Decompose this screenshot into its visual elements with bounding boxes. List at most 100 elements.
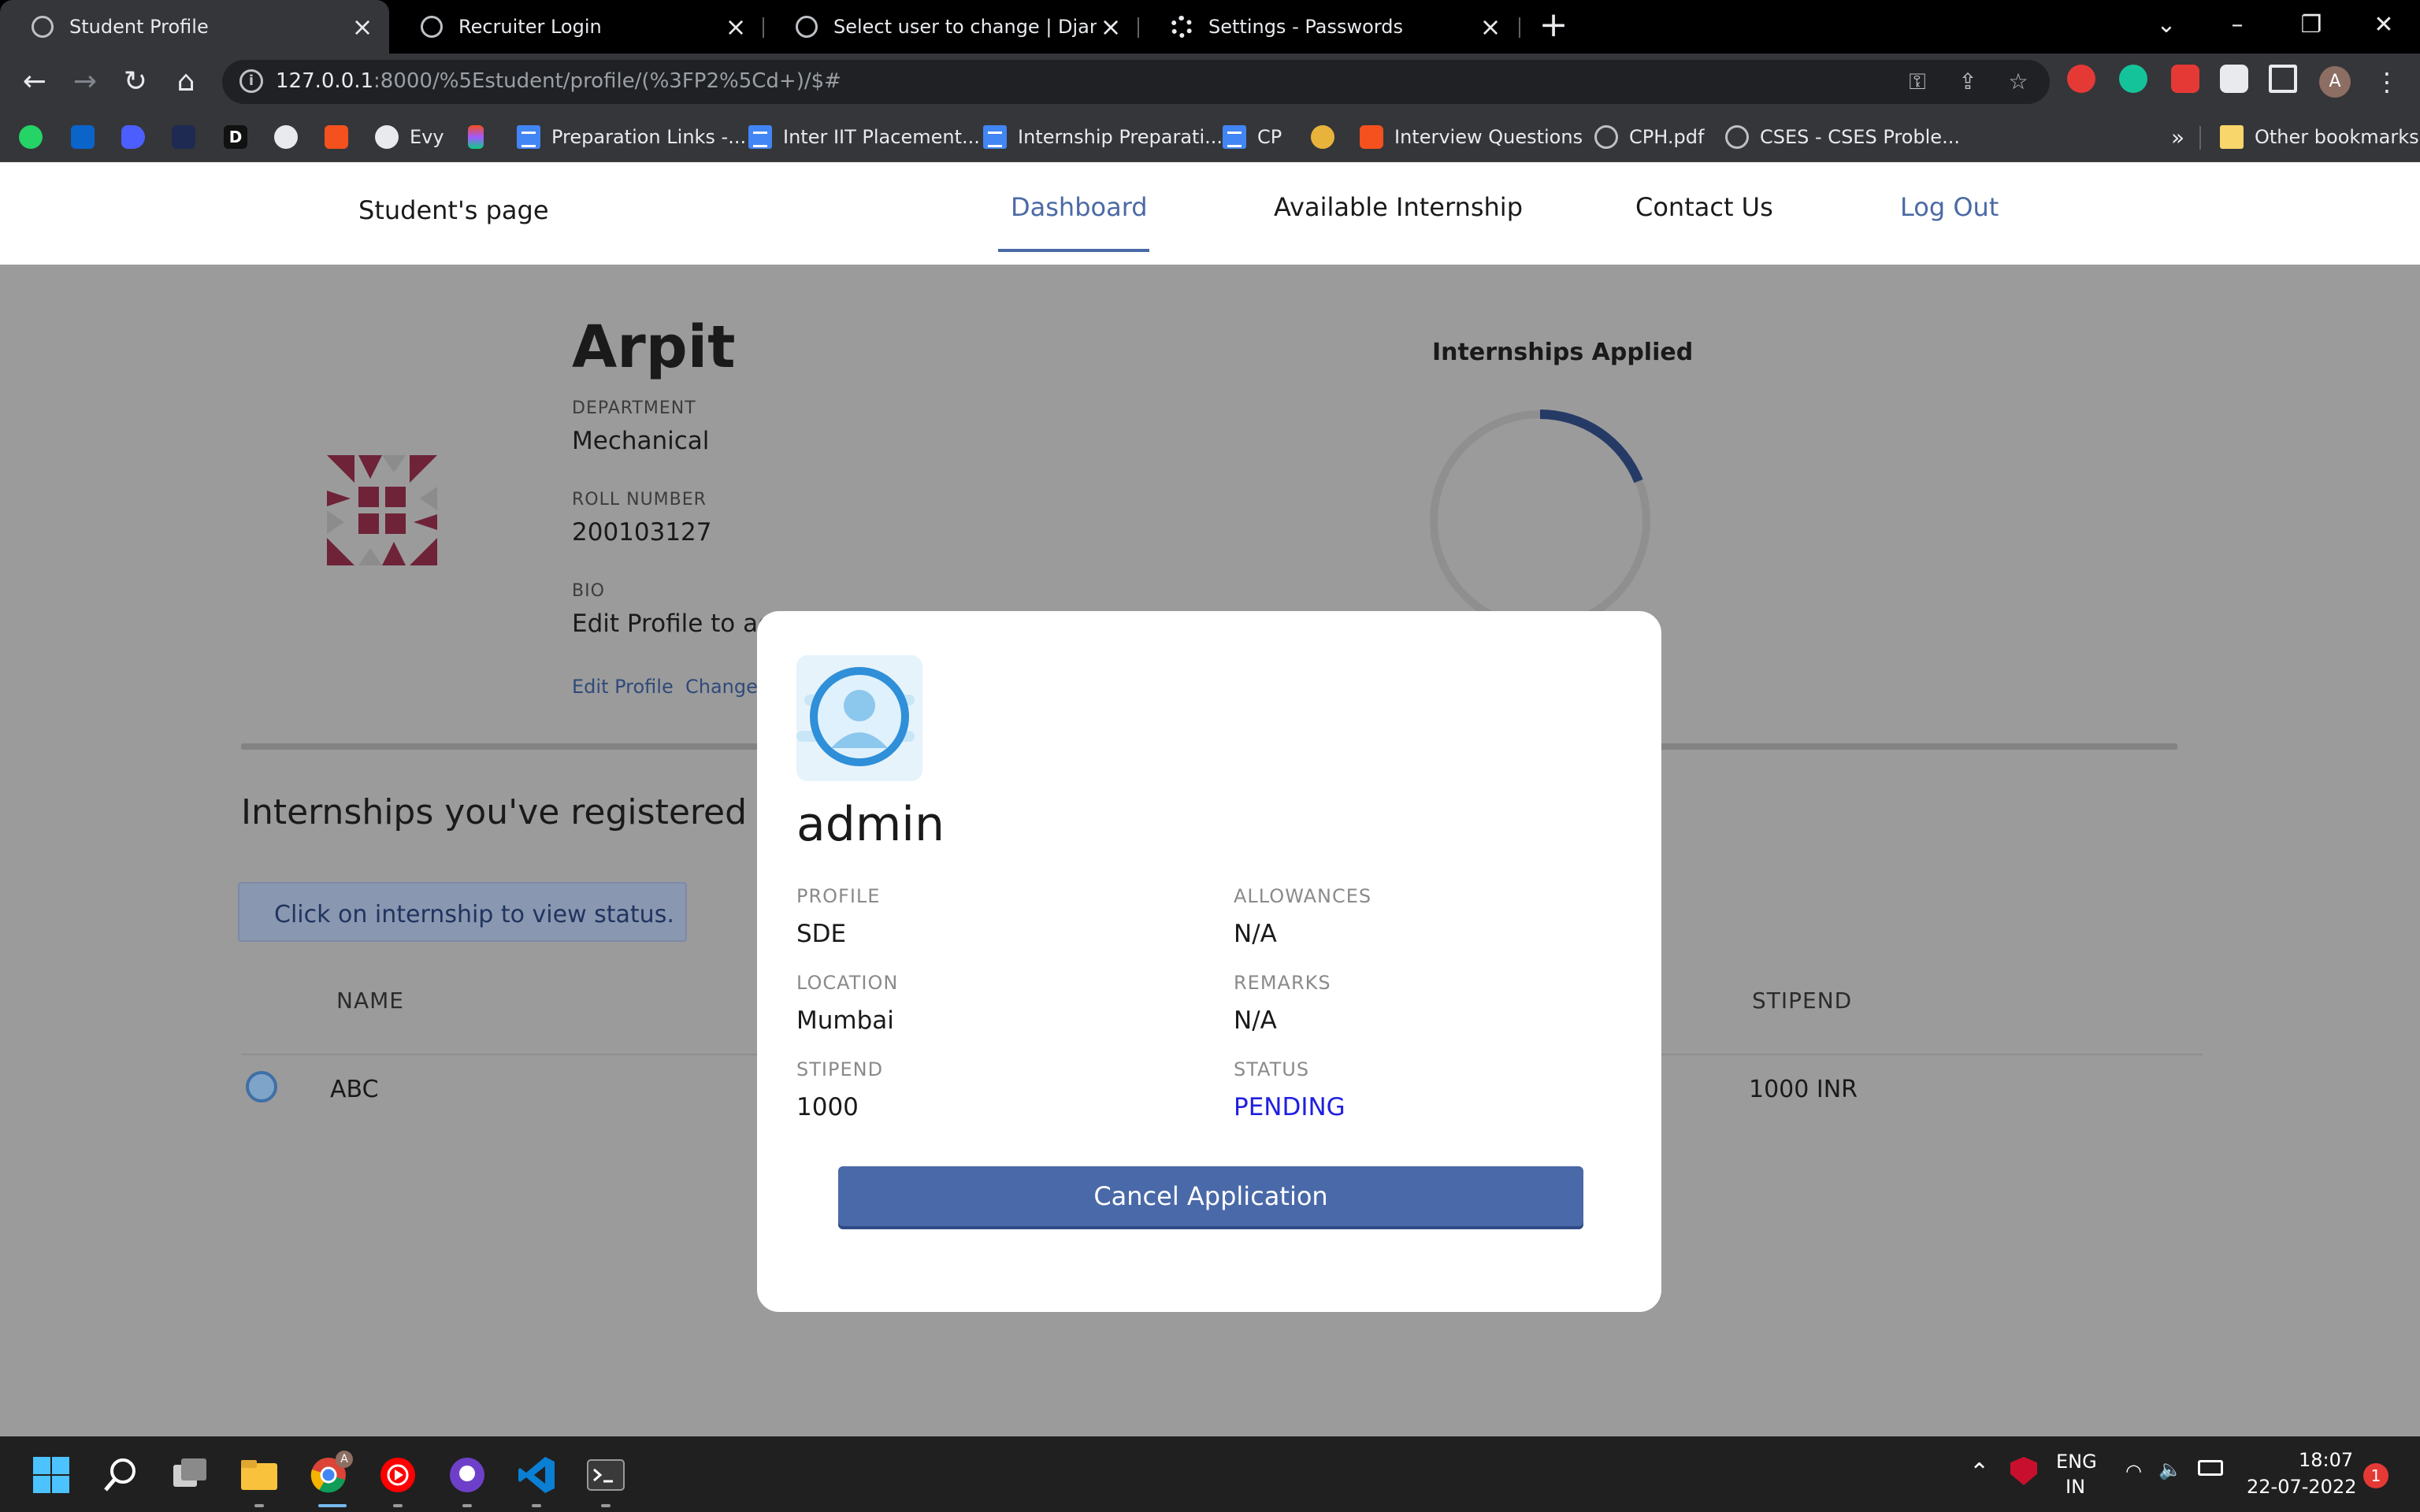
- running-indicator: [601, 1504, 611, 1507]
- active-indicator: [318, 1504, 347, 1507]
- side-panel-icon[interactable]: [2269, 65, 2297, 93]
- running-indicator: [532, 1504, 541, 1507]
- allowances-value: N/A: [1234, 920, 1277, 948]
- github-desktop-icon[interactable]: [446, 1454, 488, 1496]
- close-window-button[interactable]: ✕: [2360, 6, 2407, 44]
- bookmark-cses[interactable]: CSES - CSES Proble...: [1725, 121, 1960, 153]
- bookmark-preparation-links[interactable]: Preparation Links -...: [517, 121, 746, 153]
- profile-avatar[interactable]: A: [2319, 66, 2351, 98]
- codeforces-icon: [325, 125, 348, 149]
- puzzle-extensions-icon[interactable]: [2220, 65, 2248, 93]
- edit-profile-link[interactable]: Edit Profile: [572, 676, 674, 698]
- column-header-stipend: STIPEND: [1752, 988, 1853, 1014]
- nav-dashboard[interactable]: Dashboard: [1011, 192, 1148, 222]
- forward-arrow-icon[interactable]: →: [66, 63, 104, 101]
- extension-red-icon[interactable]: [2171, 65, 2199, 93]
- back-arrow-icon[interactable]: ←: [16, 63, 54, 101]
- nav-contact-us[interactable]: Contact Us: [1635, 192, 1773, 222]
- bookmark-whatsapp[interactable]: [19, 121, 54, 153]
- file-explorer-icon[interactable]: [238, 1454, 280, 1496]
- windows-start-icon[interactable]: [30, 1454, 72, 1496]
- close-icon[interactable]: ×: [1097, 13, 1125, 41]
- reload-icon[interactable]: ↻: [117, 63, 154, 101]
- vscode-icon[interactable]: [515, 1454, 558, 1496]
- page-content: Student's page Dashboard Available Inter…: [0, 162, 2420, 1436]
- region-indicator[interactable]: IN: [2066, 1476, 2085, 1498]
- wifi-icon[interactable]: ◠: [2125, 1460, 2142, 1482]
- bookmark-internship-prep[interactable]: Internship Preparati...: [983, 121, 1223, 153]
- terminal-icon[interactable]: [585, 1454, 627, 1496]
- close-icon[interactable]: ×: [722, 13, 750, 41]
- bookmark-outlook[interactable]: [71, 121, 106, 153]
- bookmark-dark-app[interactable]: [172, 121, 206, 153]
- language-indicator[interactable]: ENG: [2056, 1451, 2097, 1473]
- bookmark-label: Inter IIT Placement...: [783, 126, 980, 148]
- tab-django-admin[interactable]: Select user to change | Django si ×: [764, 0, 1138, 54]
- minimize-button[interactable]: –: [2214, 6, 2261, 44]
- internship-name-cell[interactable]: ABC: [330, 1076, 379, 1103]
- d-app-icon: D: [224, 125, 247, 149]
- grammarly-icon[interactable]: [2119, 65, 2147, 93]
- profile-label: PROFILE: [796, 885, 881, 907]
- youtube-music-icon[interactable]: [377, 1454, 419, 1496]
- codeforces-icon: [1360, 125, 1383, 149]
- outlook-icon: [71, 125, 95, 149]
- bookmark-inter-iit[interactable]: Inter IIT Placement...: [748, 121, 980, 153]
- search-icon[interactable]: [99, 1454, 142, 1496]
- close-icon[interactable]: ×: [348, 13, 377, 41]
- tab-recruiter-login[interactable]: Recruiter Login ×: [389, 0, 763, 54]
- bookmark-label: Internship Preparati...: [1018, 126, 1223, 148]
- battery-icon[interactable]: [2198, 1460, 2223, 1476]
- cancel-application-button[interactable]: Cancel Application: [838, 1166, 1583, 1226]
- bookmark-figma[interactable]: [468, 121, 495, 153]
- star-icon[interactable]: ☆: [2006, 69, 2031, 94]
- bookmark-label: Preparation Links -...: [551, 126, 747, 148]
- more-menu-icon[interactable]: ⋮: [2371, 66, 2403, 98]
- bookmark-label: Other bookmarks: [2255, 126, 2419, 148]
- bookmark-label: CP: [1257, 126, 1282, 148]
- other-bookmarks-folder[interactable]: Other bookmarks: [2220, 121, 2419, 153]
- change-link[interactable]: Change: [685, 676, 758, 698]
- address-bar[interactable]: i 127.0.0.1:8000/%5Estudent/profile/(%3F…: [222, 60, 2050, 104]
- new-tab-button[interactable]: +: [1536, 8, 1571, 44]
- clock-date[interactable]: 22-07-2022: [2247, 1476, 2356, 1498]
- mcafee-shield-icon[interactable]: [2010, 1457, 2037, 1485]
- task-view-icon[interactable]: [169, 1454, 211, 1496]
- chart-title: Internships Applied: [1432, 339, 1694, 366]
- bookmark-app[interactable]: [121, 121, 156, 153]
- bookmark-d-app[interactable]: D: [224, 121, 258, 153]
- key-icon[interactable]: ⚿: [1905, 69, 1930, 94]
- show-hidden-icons-chevron-icon[interactable]: ⌃: [1969, 1458, 1989, 1486]
- extension-red-hand-icon[interactable]: [2067, 65, 2095, 93]
- tab-search-chevron-icon[interactable]: ⌄: [2143, 6, 2190, 44]
- docs-icon: [748, 125, 772, 149]
- bookmark-evy[interactable]: Evy: [375, 121, 444, 153]
- tab-settings-passwords[interactable]: Settings - Passwords ×: [1139, 0, 1517, 54]
- bookmark-github[interactable]: [274, 121, 309, 153]
- site-info-icon[interactable]: i: [239, 69, 263, 93]
- bookmark-cph-pdf[interactable]: CPH.pdf: [1594, 121, 1704, 153]
- brand-title[interactable]: Student's page: [358, 195, 549, 225]
- gear-icon: [1171, 16, 1193, 38]
- close-icon[interactable]: ×: [1476, 13, 1505, 41]
- globe-icon: [421, 16, 443, 38]
- restore-button[interactable]: ❐: [2288, 6, 2335, 44]
- tab-student-profile[interactable]: Student Profile ×: [0, 0, 389, 54]
- browser-toolbar: ← → ↻ ⌂ i 127.0.0.1:8000/%5Estudent/prof…: [0, 54, 2420, 110]
- notification-badge[interactable]: 1: [2363, 1463, 2388, 1488]
- bookmark-flame[interactable]: [1311, 121, 1345, 153]
- share-icon[interactable]: ⇪: [1955, 69, 1980, 94]
- volume-icon[interactable]: 🔈: [2158, 1458, 2182, 1480]
- remarks-value: N/A: [1234, 1006, 1277, 1035]
- url-text[interactable]: 127.0.0.1:8000/%5Estudent/profile/(%3FP2…: [276, 69, 841, 93]
- tab-title: Settings - Passwords: [1208, 16, 1403, 38]
- bookmarks-overflow-button[interactable]: »: [2171, 121, 2184, 153]
- bookmark-interview-questions[interactable]: Interview Questions: [1360, 121, 1583, 153]
- clock-time[interactable]: 18:07: [2299, 1449, 2353, 1471]
- nav-log-out[interactable]: Log Out: [1900, 192, 1999, 222]
- active-tab-underline: [998, 249, 1149, 252]
- nav-available-internship[interactable]: Available Internship: [1274, 192, 1523, 222]
- home-icon[interactable]: ⌂: [167, 63, 205, 101]
- bookmark-codeforces[interactable]: [325, 121, 359, 153]
- bookmark-cp[interactable]: CP: [1223, 121, 1282, 153]
